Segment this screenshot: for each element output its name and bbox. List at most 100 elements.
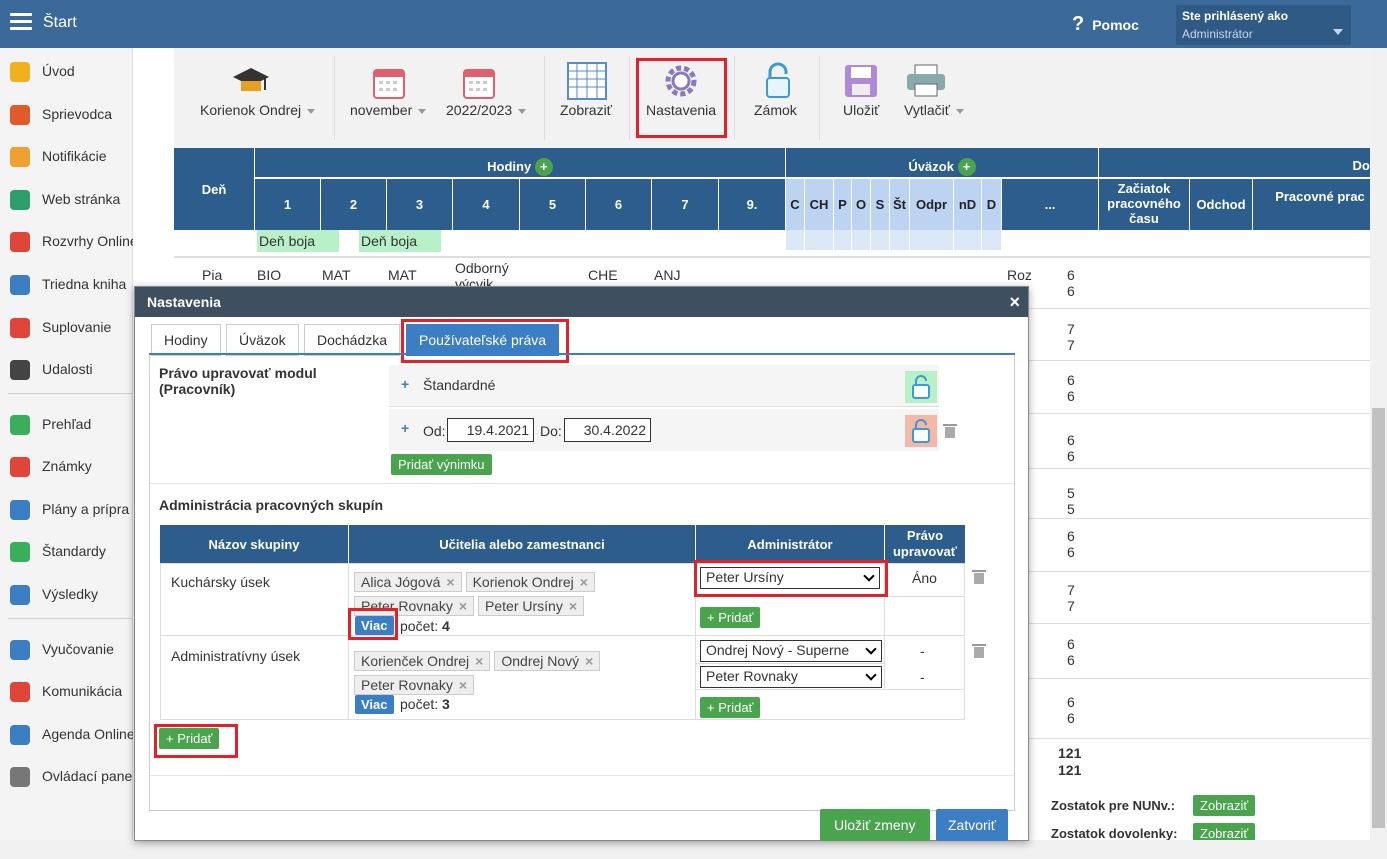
group-name: Kuchársky úsek bbox=[171, 574, 270, 590]
uvazok-column-header: nD bbox=[954, 179, 981, 230]
lesson-cell[interactable]: MAT bbox=[322, 267, 351, 283]
unlock-icon[interactable] bbox=[905, 371, 937, 403]
user-select[interactable]: Ste prihlásený ako Administrátor bbox=[1176, 5, 1351, 45]
from-date-input[interactable]: 19.4.2021 bbox=[447, 418, 534, 442]
balance-label: Zostatok dovolenky: bbox=[1051, 826, 1178, 841]
sidebar-item[interactable]: Štandardy bbox=[0, 534, 133, 570]
grid-icon bbox=[10, 232, 30, 252]
hours-header: Hodiny + bbox=[255, 148, 785, 178]
sidebar-item-label: Web stránka bbox=[42, 191, 121, 207]
day-value: 6 bbox=[1067, 694, 1075, 710]
hour-column-header: 3 bbox=[387, 179, 452, 230]
shield-icon bbox=[10, 542, 30, 562]
remove-icon[interactable]: × bbox=[475, 653, 483, 669]
right-title: Právo upravovať modul (Pracovník) bbox=[159, 365, 317, 397]
sidebar-item[interactable]: Výsledky bbox=[0, 577, 133, 613]
chevron-down-icon bbox=[1333, 29, 1343, 35]
add-admin-button[interactable]: + Pridať bbox=[700, 697, 761, 718]
sidebar-item-label: Plány a prípra bbox=[42, 501, 130, 517]
sidebar-item[interactable]: Notifikácie bbox=[0, 139, 133, 175]
sidebar-item[interactable]: Rozvrhy Online bbox=[0, 224, 133, 260]
uvazok-column-header: C bbox=[786, 179, 804, 230]
groups-title: Administrácia pracovných skupín bbox=[159, 497, 384, 513]
lesson-cell[interactable]: MAT bbox=[388, 267, 417, 283]
sidebar-item-label: Udalosti bbox=[42, 361, 93, 377]
lock-icon bbox=[766, 62, 790, 98]
sidebar-item[interactable]: Suplovanie bbox=[0, 310, 133, 346]
hour-column-header: 9. bbox=[719, 179, 785, 230]
sidebar-item[interactable]: Úvod bbox=[0, 54, 133, 90]
teacher-dropdown[interactable]: Korienok Ondrej bbox=[200, 102, 316, 118]
trash-icon[interactable] bbox=[943, 424, 957, 438]
lesson-cell[interactable]: ANJ bbox=[654, 267, 680, 283]
app-title[interactable]: Štart bbox=[43, 14, 77, 32]
printer-icon bbox=[907, 64, 945, 97]
day-value: 5 bbox=[1067, 485, 1075, 501]
sidebar-item[interactable]: Ovládací pane bbox=[0, 759, 133, 795]
star-icon bbox=[10, 62, 30, 82]
help-link[interactable]: ? Pomoc bbox=[1072, 13, 1139, 36]
sidebar-item-label: Sprievodca bbox=[42, 106, 113, 122]
to-date-input[interactable]: 30.4.2022 bbox=[564, 418, 651, 442]
year-dropdown[interactable]: 2022/2023 bbox=[446, 102, 527, 118]
trash-icon[interactable] bbox=[972, 570, 986, 584]
administrator-select[interactable]: Ondrej Nový - Superne bbox=[700, 640, 882, 662]
month-dropdown[interactable]: november bbox=[350, 102, 427, 118]
menu-icon[interactable] bbox=[10, 13, 32, 31]
close-button[interactable]: Zatvoriť bbox=[936, 809, 1009, 841]
calendar-icon bbox=[373, 69, 405, 99]
tab-hodiny[interactable]: Hodiny bbox=[151, 324, 221, 356]
sidebar-item[interactable]: Známky bbox=[0, 449, 133, 485]
uvazok-column-header: Št bbox=[890, 179, 909, 230]
close-icon[interactable]: × bbox=[1009, 292, 1020, 313]
exception-row: + Od: 19.4.2021 Do: 30.4.2022 bbox=[389, 409, 957, 451]
plus-icon[interactable]: + bbox=[401, 420, 409, 436]
sidebar-item-label: Agenda Online bbox=[42, 726, 133, 742]
sidebar-item[interactable]: Udalosti bbox=[0, 352, 133, 388]
sidebar-item[interactable]: Komunikácia bbox=[0, 674, 133, 710]
holiday-cell: Deň boja bbox=[359, 230, 441, 252]
tab-dochadzka[interactable]: Dochádzka bbox=[304, 324, 401, 356]
plus-icon[interactable]: + bbox=[401, 376, 409, 392]
lesson-cell[interactable]: CHE bbox=[588, 267, 618, 283]
day-value: 6 bbox=[1067, 267, 1075, 283]
horizontal-scrollbar[interactable] bbox=[0, 840, 1370, 859]
sidebar-item[interactable]: Agenda Online bbox=[0, 717, 133, 753]
remove-icon[interactable]: × bbox=[459, 598, 467, 614]
standard-row: + Štandardné bbox=[389, 365, 939, 407]
balance-label: Zostatok pre NUNv.: bbox=[1051, 798, 1175, 813]
administrator-select[interactable]: Peter Rovnaky bbox=[700, 666, 882, 688]
save-button[interactable]: Uložiť bbox=[843, 102, 879, 118]
sidebar-item-label: Triedna kniha bbox=[42, 276, 127, 292]
sidebar-item[interactable]: Web stránka bbox=[0, 182, 133, 218]
remove-icon[interactable]: × bbox=[459, 677, 467, 693]
trash-icon[interactable] bbox=[972, 644, 986, 658]
add-admin-button[interactable]: + Pridať bbox=[700, 607, 761, 628]
save-changes-button[interactable]: Uložiť zmeny bbox=[820, 809, 930, 841]
vertical-scrollbar[interactable] bbox=[1370, 48, 1387, 859]
day-value: 6 bbox=[1067, 283, 1075, 299]
remove-icon[interactable]: × bbox=[446, 574, 454, 590]
show-balance-button[interactable]: Zobraziť bbox=[1193, 795, 1256, 816]
add-exception-button[interactable]: Pridať výnimku bbox=[391, 454, 492, 475]
lesson-cell[interactable]: BIO bbox=[257, 267, 281, 283]
uvazok-header: Úväzok + bbox=[786, 148, 1098, 178]
highlight-box bbox=[154, 724, 238, 758]
remove-icon[interactable]: × bbox=[580, 574, 588, 590]
lock-icon[interactable] bbox=[905, 415, 937, 447]
sidebar-item[interactable]: Vyučovanie bbox=[0, 632, 133, 668]
sidebar-item[interactable]: Triedna kniha bbox=[0, 267, 133, 303]
tab-uvazok[interactable]: Úväzok bbox=[226, 324, 299, 356]
more-button[interactable]: Viac bbox=[355, 695, 394, 714]
remove-icon[interactable]: × bbox=[569, 598, 577, 614]
sidebar-item[interactable]: Sprievodca bbox=[0, 97, 133, 133]
envelope-icon bbox=[10, 147, 30, 167]
top-bar: Štart ? Pomoc Ste prihlásený ako Administ… bbox=[0, 0, 1387, 48]
sidebar-item[interactable]: Prehľad bbox=[0, 407, 133, 443]
show-button[interactable]: Zobraziť bbox=[560, 102, 612, 118]
lock-button[interactable]: Zámok bbox=[754, 102, 797, 118]
user-value: Administrátor bbox=[1182, 27, 1253, 41]
remove-icon[interactable]: × bbox=[585, 653, 593, 669]
sidebar-item[interactable]: Plány a prípra bbox=[0, 492, 133, 528]
print-dropdown[interactable]: Vytlačiť bbox=[904, 102, 964, 118]
